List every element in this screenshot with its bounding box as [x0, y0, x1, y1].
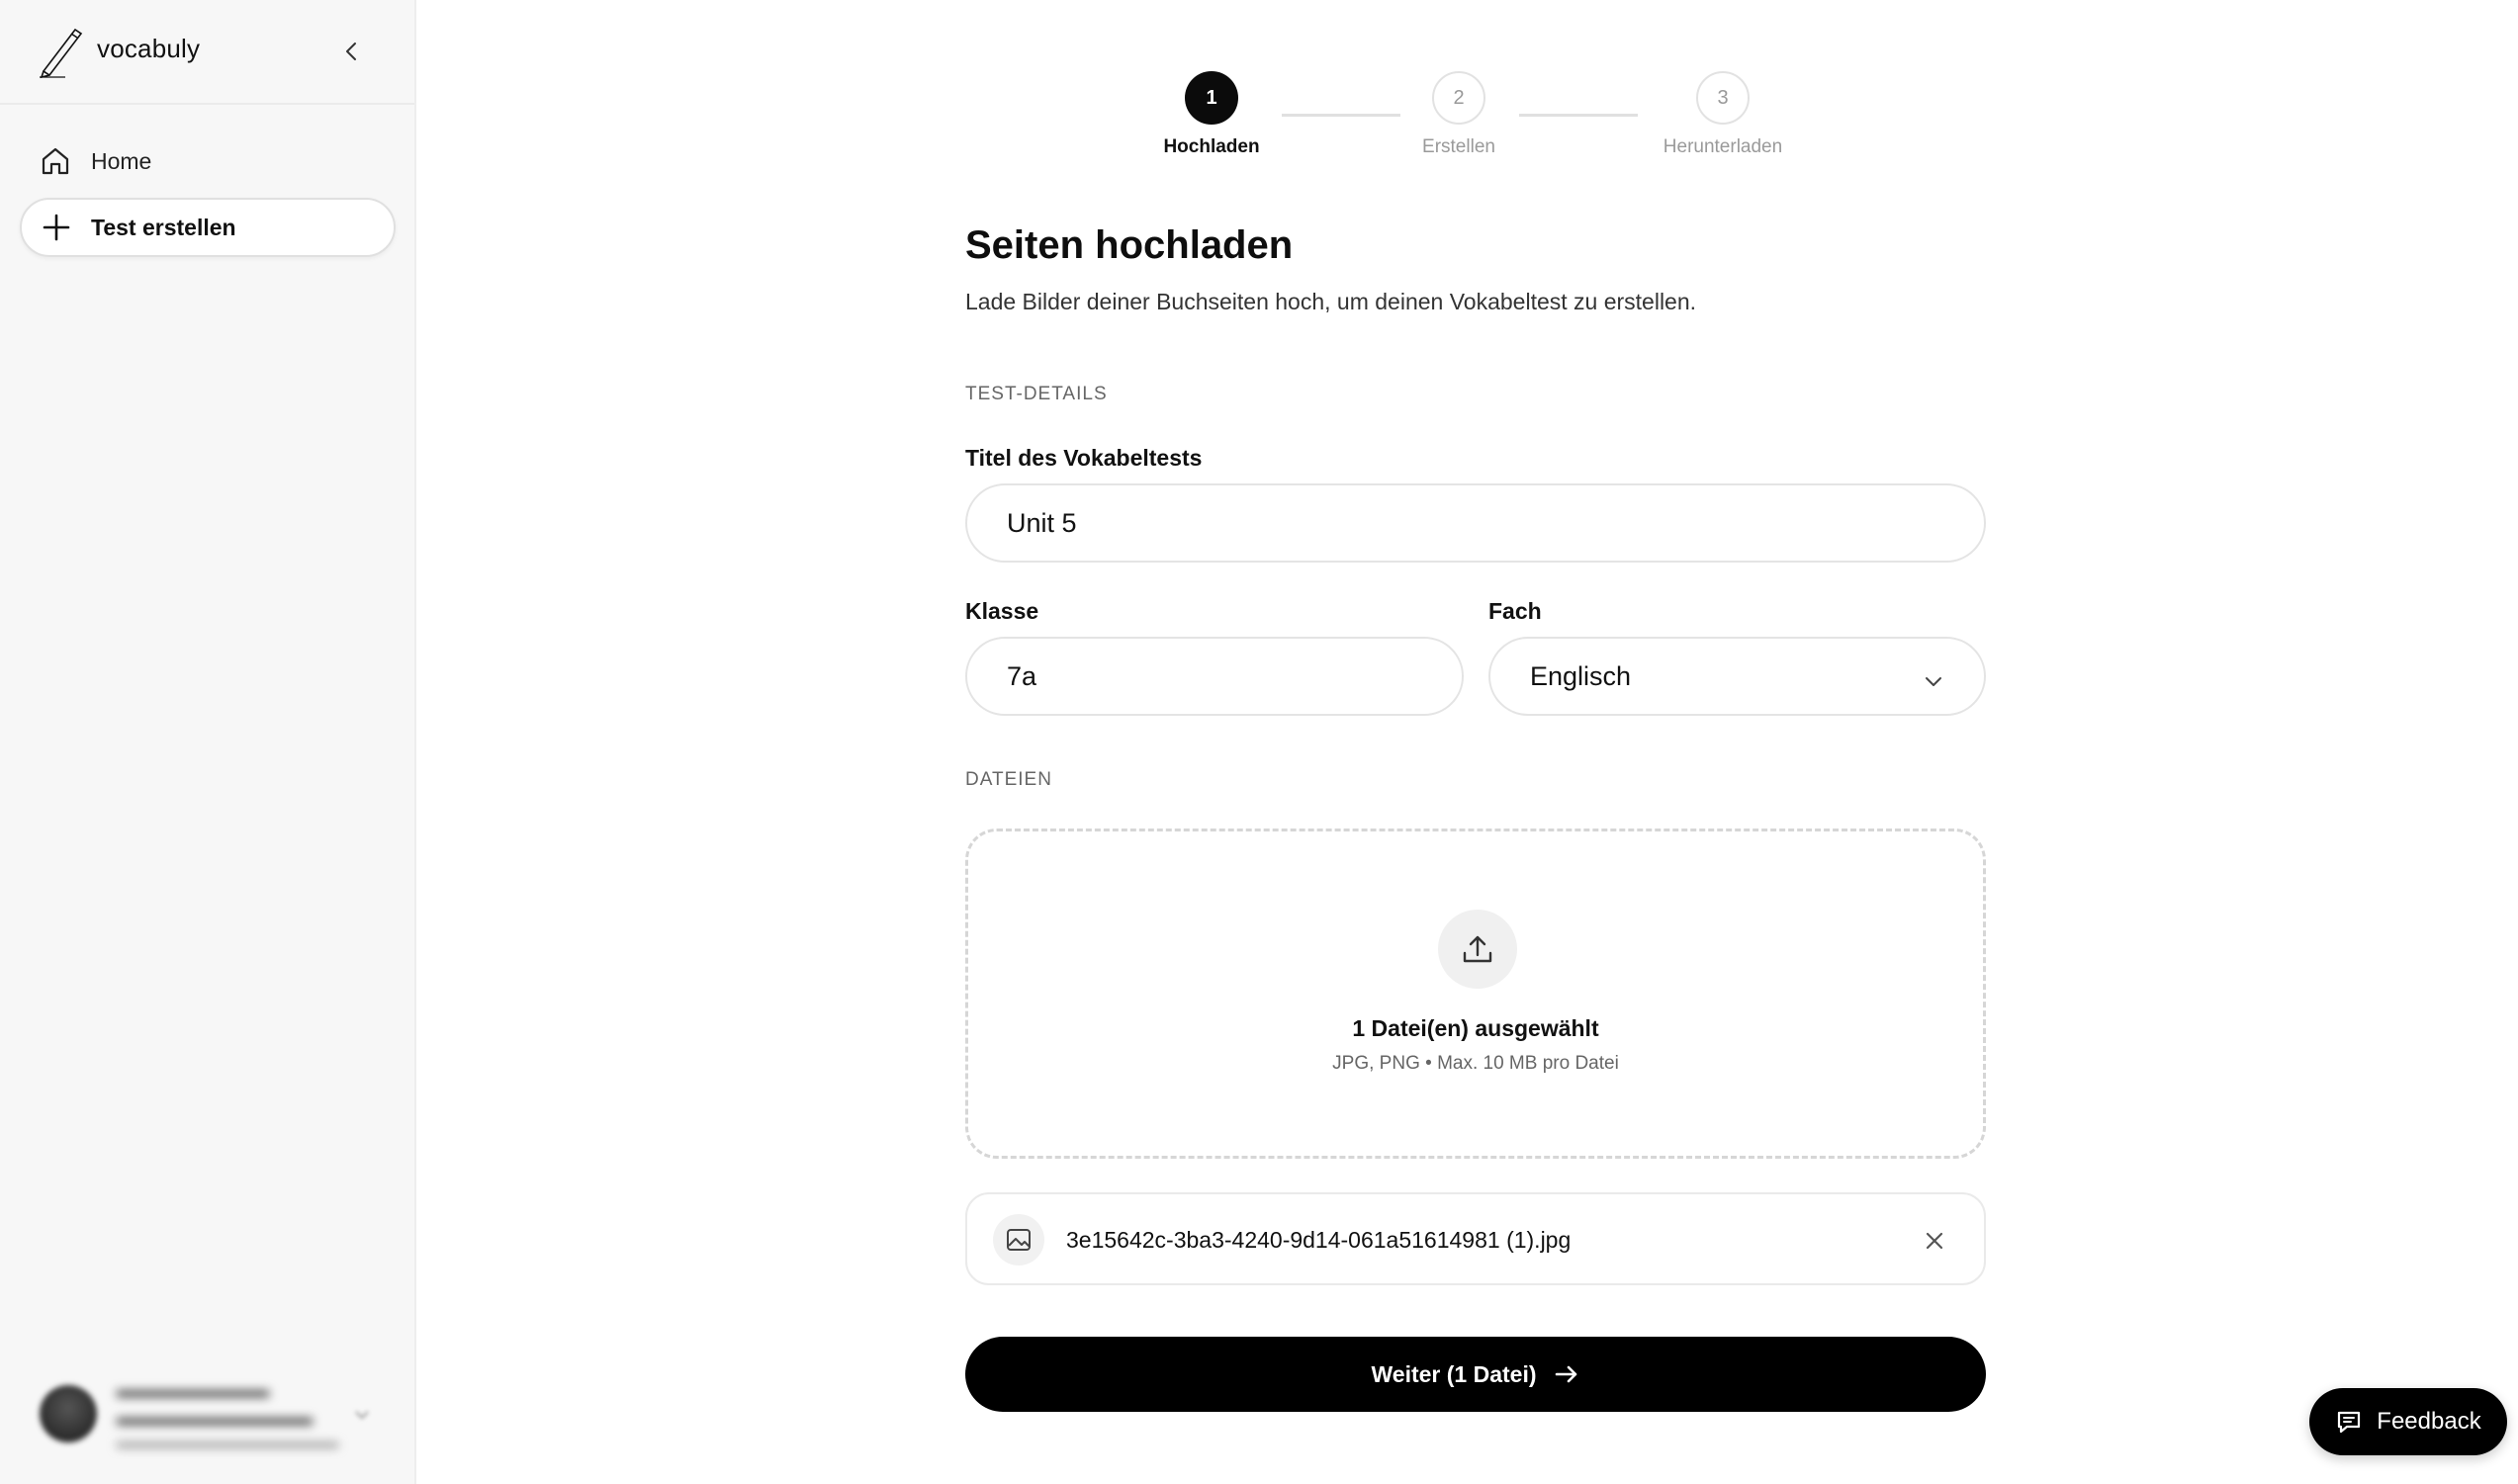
step-1-label: Hochladen — [1163, 136, 1260, 157]
sidebar-item-label: Home — [91, 147, 152, 174]
app-root: vocabuly Home Test erstellen ▬▬▬▬▬▬▬ ▬▬▬… — [0, 0, 2518, 1484]
app-name: vocabuly — [97, 34, 201, 63]
sidebar-item-home[interactable]: Home — [20, 131, 396, 191]
next-button-label: Weiter (1 Datei) — [1371, 1360, 1537, 1387]
page-subtitle: Lade Bilder deiner Buchseiten hoch, um d… — [965, 289, 1697, 314]
user-surname-blurred: ▬▬▬▬▬▬▬▬▬ — [117, 1405, 313, 1430]
class-field-label: Klasse — [965, 598, 1039, 624]
step-1-circle: 1 — [1185, 71, 1238, 125]
sidebar-item-label: Test erstellen — [91, 214, 236, 240]
image-icon — [993, 1214, 1044, 1266]
class-input[interactable]: 7a — [965, 637, 1464, 716]
close-icon — [1926, 1232, 1943, 1250]
class-input-value: 7a — [1007, 660, 1037, 691]
chevron-left-icon — [346, 43, 356, 60]
step-connector — [1519, 114, 1638, 117]
sidebar: vocabuly Home Test erstellen ▬▬▬▬▬▬▬ ▬▬▬… — [0, 0, 416, 1484]
sidebar-item-create-test[interactable]: Test erstellen — [20, 198, 396, 257]
file-list-item: 3e15642c-3ba3-4240-9d14-061a51614981 (1)… — [965, 1192, 1986, 1285]
file-dropzone[interactable]: 1 Datei(en) ausgewählt JPG, PNG • Max. 1… — [965, 829, 1986, 1159]
collapse-sidebar-button[interactable] — [332, 32, 372, 71]
title-input-value: Unit 5 — [1007, 507, 1077, 538]
arrow-right-icon — [1555, 1365, 1576, 1383]
chat-icon — [2338, 1411, 2361, 1434]
next-button[interactable]: Weiter (1 Datei) — [965, 1337, 1986, 1412]
file-name: 3e15642c-3ba3-4240-9d14-061a51614981 (1)… — [1066, 1227, 1572, 1253]
page-title: Seiten hochladen — [965, 223, 1294, 267]
step-3-label: Herunterladen — [1663, 136, 1783, 157]
step-3-circle: 3 — [1696, 71, 1750, 125]
title-field-label: Titel des Vokabeltests — [965, 445, 1203, 471]
subject-select-value: Englisch — [1530, 660, 1632, 691]
user-email-blurred: ▬▬▬▬▬▬▬▬▬▬▬▬▬▬ — [117, 1435, 338, 1451]
feedback-button[interactable]: Feedback — [2309, 1388, 2507, 1455]
user-menu[interactable]: ▬▬▬▬▬▬▬ ▬▬▬▬▬▬▬▬▬ ▬▬▬▬▬▬▬▬▬▬▬▬▬▬ — [36, 1369, 392, 1458]
dropzone-title: 1 Datei(en) ausgewählt — [1352, 1015, 1599, 1041]
pencil-logo-icon — [36, 24, 87, 79]
title-input[interactable]: Unit 5 — [965, 483, 1986, 563]
chevron-down-icon — [1923, 668, 1944, 699]
feedback-button-label: Feedback — [2377, 1408, 2481, 1435]
sidebar-header: vocabuly — [0, 0, 414, 105]
remove-file-button[interactable] — [1915, 1221, 1954, 1261]
subject-select[interactable]: Englisch — [1488, 637, 1986, 716]
avatar — [40, 1385, 97, 1442]
step-2-label: Erstellen — [1422, 136, 1495, 157]
section-label-details: TEST-DETAILS — [965, 384, 1108, 404]
plus-icon — [43, 214, 70, 241]
chevron-down-icon — [352, 1405, 372, 1430]
home-icon — [42, 147, 69, 175]
section-label-files: DATEIEN — [965, 769, 1052, 790]
step-connector — [1282, 114, 1400, 117]
subject-field-label: Fach — [1488, 598, 1542, 624]
dropzone-hint: JPG, PNG • Max. 10 MB pro Datei — [1332, 1053, 1619, 1074]
user-name-blurred: ▬▬▬▬▬▬▬ — [117, 1377, 269, 1402]
step-2-circle: 2 — [1432, 71, 1485, 125]
upload-icon — [1438, 910, 1517, 989]
